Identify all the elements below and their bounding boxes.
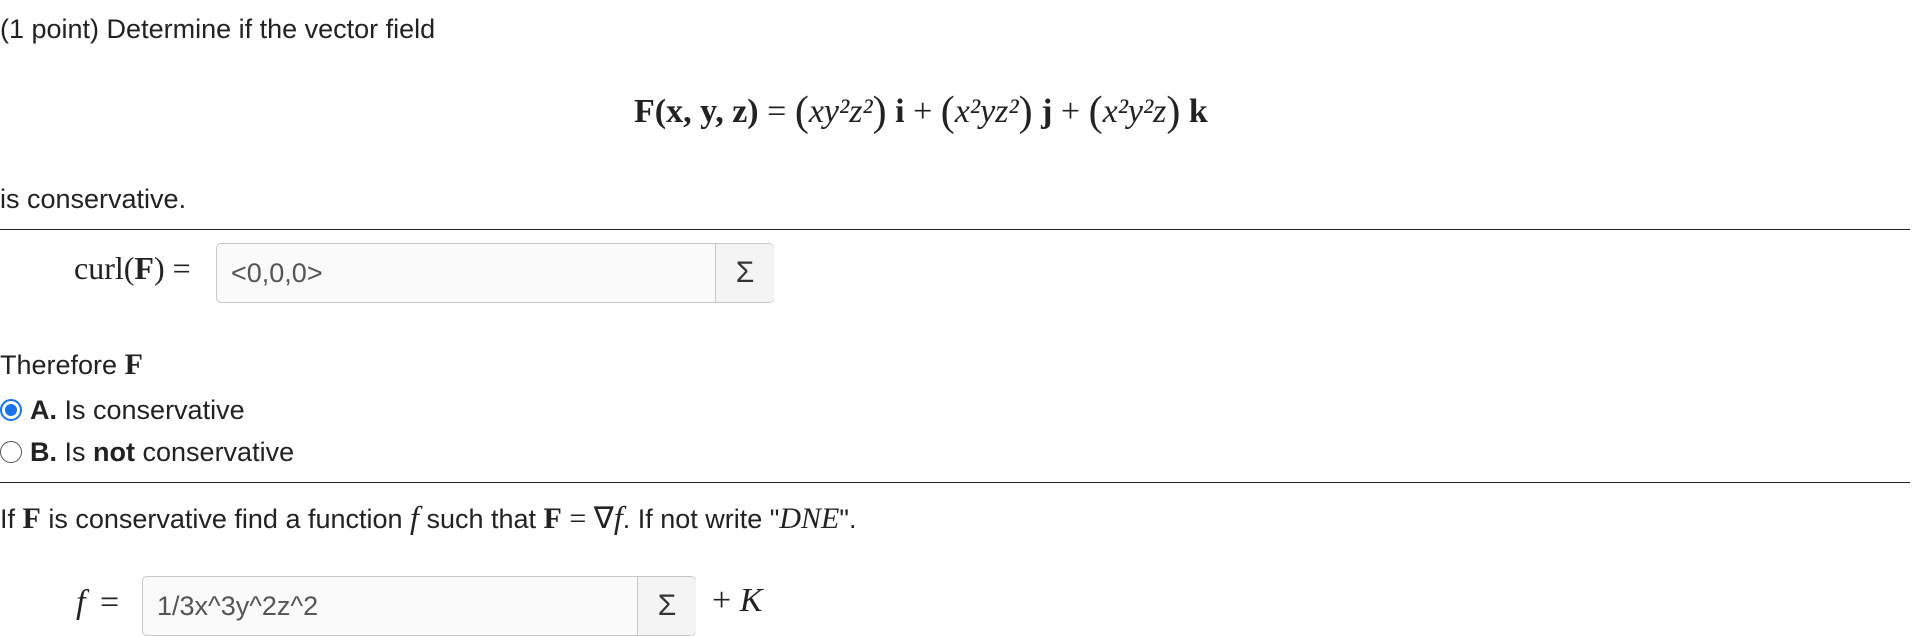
curl-label-func: curl(	[74, 250, 135, 286]
curl-label-close: ) =	[153, 250, 191, 286]
eq-term-i: xy²z²	[808, 93, 873, 130]
paren-open-i: (	[794, 89, 809, 135]
f-equation-editor-button[interactable]: Σ	[637, 577, 696, 635]
paren-close-k: )	[1166, 89, 1181, 135]
cut-off-heading	[0, 0, 1926, 8]
plus-sign: +	[712, 582, 740, 619]
option-b-bold-word: not	[93, 437, 136, 467]
is-conservative-text: is conservative.	[0, 184, 187, 214]
paren-close-i: )	[872, 89, 887, 135]
pp-t1: If	[0, 504, 23, 534]
divider-2	[0, 482, 1910, 483]
eq-unit-j: j	[1041, 93, 1053, 130]
paren-close-j: )	[1018, 89, 1033, 135]
problem-intro: (1 point) Determine if the vector field	[0, 14, 436, 44]
pp-f: f	[410, 499, 419, 535]
therefore-text: Therefore	[0, 350, 118, 380]
eq-plus-2: +	[1060, 93, 1081, 130]
pp-dne: DNE	[779, 502, 840, 535]
constant-K: K	[739, 582, 763, 619]
eq-term-j: x²yz²	[954, 93, 1019, 130]
therefore-line: Therefore F	[0, 348, 143, 382]
option-a-text: Is conservative	[64, 395, 245, 425]
eq-term-k: x²y²z	[1102, 93, 1167, 130]
curl-input[interactable]	[217, 244, 717, 302]
eq-unit-k: k	[1188, 93, 1208, 130]
paren-open-j: (	[940, 89, 955, 135]
pp-t4: . If not write "	[622, 504, 780, 534]
pp-F1: F	[22, 502, 41, 535]
potential-prompt: If F is conservative find a function f s…	[0, 500, 856, 536]
pp-t2: is conservative find a function	[40, 504, 411, 534]
curl-label-F: F	[134, 250, 154, 286]
option-a[interactable]: A. Is conservative	[0, 393, 300, 427]
f-label-f: f	[76, 584, 86, 621]
sigma-icon: Σ	[735, 256, 755, 289]
divider-1	[0, 229, 1910, 230]
curl-equation-editor-button[interactable]: Σ	[715, 244, 774, 302]
curl-label: curl(F) =	[74, 250, 191, 287]
option-b[interactable]: B. Is not conservative	[0, 435, 340, 469]
eq-lhs: F(x, y, z)	[634, 93, 759, 130]
f-answer-box: Σ	[142, 576, 696, 636]
pp-t5: ".	[839, 504, 857, 534]
option-a-letter: A.	[30, 395, 57, 425]
vector-field-equation: F(x, y, z) = (xy²z²) i + (x²yz²) j + (x²…	[634, 88, 1208, 136]
sigma-icon: Σ	[657, 589, 677, 622]
eq-equals: =	[767, 93, 787, 130]
option-b-label: B. Is not conservative	[30, 435, 294, 469]
plus-constant: + K	[712, 582, 762, 620]
option-a-label: A. Is conservative	[30, 393, 245, 427]
therefore-F: F	[124, 348, 143, 381]
pp-F2: F	[543, 502, 562, 535]
pp-eq: = ∇	[561, 502, 614, 535]
pp-f2: f	[613, 499, 623, 535]
option-b-letter: B.	[30, 437, 57, 467]
f-input[interactable]	[143, 577, 639, 635]
eq-plus-1: +	[913, 93, 933, 130]
option-b-radio[interactable]	[0, 441, 22, 463]
paren-open-k: (	[1088, 89, 1103, 135]
option-b-text-before: Is	[64, 437, 94, 467]
pp-t3: such that	[418, 504, 544, 534]
option-a-radio[interactable]	[0, 399, 22, 421]
eq-unit-i: i	[895, 93, 905, 130]
option-b-text-after: conservative	[135, 437, 295, 467]
f-label-equals: =	[99, 584, 120, 621]
curl-answer-box: Σ	[216, 243, 774, 303]
f-label: f =	[76, 584, 119, 622]
